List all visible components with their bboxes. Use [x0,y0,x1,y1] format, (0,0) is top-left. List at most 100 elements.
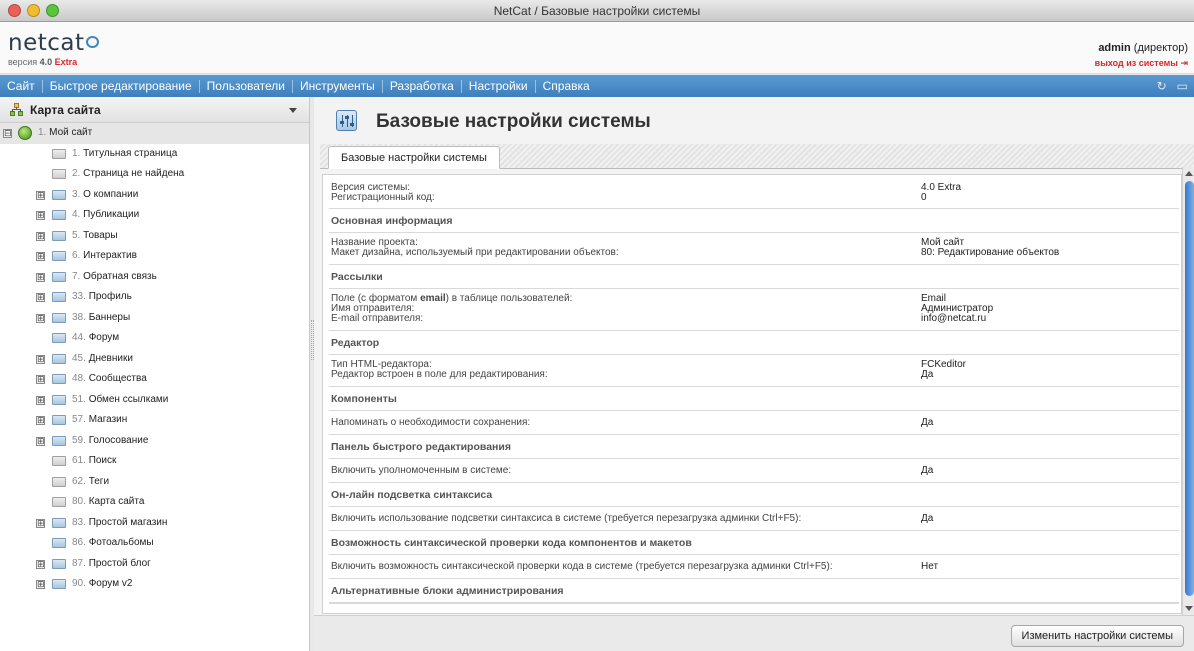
version-edition: Extra [54,57,78,67]
user-name[interactable]: admin [1098,42,1130,54]
tree-item[interactable]: 86. Фотоальбомы [0,533,309,554]
settings-content: Версия системы: 4.0 Extra Регистрационный … [322,174,1182,614]
expand-icon[interactable]: ⊞ [36,293,45,302]
tree-item[interactable]: ⊞ 48. Сообщества [0,369,309,390]
tree-item[interactable]: ⊞ 4. Публикации [0,205,309,226]
expand-icon[interactable]: ⊞ [36,395,45,405]
expand-icon[interactable]: ⊞ [36,436,45,446]
tree-item-text: Дневники [88,352,133,364]
folder-icon [52,189,66,200]
tree-item-number: 1. [72,147,81,159]
tree-item-text: Карта сайта [88,496,145,507]
expand-icon[interactable]: ⊞ [36,231,45,241]
settings-section: Основная информация Название проекта: Мой … [329,209,1179,265]
tree-item-number: 44. [72,332,86,343]
collapse-icon[interactable]: ⊟ [3,129,12,138]
section-title: Компоненты [329,387,1179,411]
tree-root-item[interactable]: ⊟ 1. Мой сайт [0,123,309,144]
tree-item[interactable]: ⊞ 59. Голосование [0,431,309,452]
chat-icon[interactable]: ▭ [1177,79,1188,93]
expand-icon[interactable]: ⊞ [36,252,45,261]
page-title: Базовые настройки системы [376,111,651,132]
setting-label: Регистрационный код: [331,192,435,203]
tree-item[interactable]: 62. Теги [0,472,309,493]
expand-icon[interactable]: ⊞ [36,272,45,282]
tree-item[interactable]: 80. Карта сайта [0,492,309,513]
logout-link[interactable]: выход из системы ⇥ [1095,58,1188,69]
exit-icon: ⇥ [1180,58,1188,68]
scrollbar-thumb[interactable] [1185,181,1194,596]
tree-item[interactable]: ⊞ 3. О компании [0,185,309,206]
expand-icon[interactable]: ⊞ [36,190,45,200]
tree-item[interactable]: ⊞ 33. Профиль [0,287,309,308]
menu-item-development[interactable]: Разработка [383,79,462,93]
tree-item[interactable]: 1. Титульная страница [0,144,309,165]
tree-item[interactable]: 2. Страница не найдена [0,164,309,185]
section-rows: Включить возможность синтаксической пров… [329,555,1179,578]
setting-value: Да [921,369,934,380]
menu-item-tools[interactable]: Инструменты [293,79,383,93]
tree-item-number: 7. [72,270,81,282]
menu-item-site[interactable]: Сайт [0,79,43,93]
netcat-logo[interactable]: netcat [8,32,99,55]
tree-item-label: 2. Страница не найдена [72,164,184,184]
tree-item-number: 80. [72,496,86,507]
minimize-window-button[interactable] [27,4,40,17]
sitemap-icon [10,103,23,116]
section-title: Возможность синтаксической проверки кода… [329,531,1179,555]
scroll-up-icon[interactable] [1185,171,1193,176]
setting-row: Включить возможность синтаксической пров… [331,562,1177,572]
menu-item-settings[interactable]: Настройки [462,79,536,93]
tree-item[interactable]: ⊞ 83. Простой магазин [0,513,309,534]
folder-icon [52,333,66,343]
close-window-button[interactable] [8,4,21,17]
tree-item-label: 6. Интерактив [72,246,137,266]
expand-icon[interactable]: ⊞ [36,416,45,425]
tree-item[interactable]: ⊞ 5. Товары [0,226,309,247]
sidebar-header[interactable]: Карта сайта [0,97,309,123]
expand-icon[interactable]: ⊞ [36,313,45,323]
expand-icon[interactable]: ⊞ [36,375,45,384]
menu-item-quick-edit[interactable]: Быстрое редактирование [43,79,200,93]
tree-item-text: Мой сайт [49,127,93,138]
expand-icon[interactable]: ⊞ [36,518,45,528]
menu-item-users[interactable]: Пользователи [200,79,293,93]
refresh-icon[interactable]: ↻ [1157,79,1167,93]
logout-label: выход из системы [1094,58,1178,68]
scroll-down-icon[interactable] [1185,606,1193,611]
tree-item[interactable]: ⊞ 38. Баннеры [0,308,309,329]
tree-item[interactable]: ⊞ 57. Магазин [0,410,309,431]
setting-value: 0 [921,192,927,203]
page-icon [52,169,66,179]
setting-label: Редактор встроен в поле для редактирован… [331,369,548,380]
tree-item[interactable]: ⊞ 87. Простой блог [0,554,309,575]
expand-icon[interactable]: ⊞ [36,559,45,569]
expand-icon[interactable]: ⊞ [36,580,45,589]
section-rows: Напоминать о необходимости сохранения: Да [329,411,1179,434]
expand-icon[interactable]: ⊞ [36,211,45,220]
tab-basic-settings[interactable]: Базовые настройки системы [328,146,500,169]
tree-item-text: Баннеры [88,311,131,323]
tree-item-label: 90. Форум v2 [72,574,132,594]
version-prefix: версия [8,57,38,67]
tree-item-number: 5. [72,229,81,241]
zoom-window-button[interactable] [46,4,59,17]
tree-item[interactable]: ⊞ 7. Обратная связь [0,267,309,288]
menu-item-help[interactable]: Справка [536,79,597,93]
expand-icon[interactable]: ⊞ [36,354,45,364]
tree-item[interactable]: ⊞ 6. Интерактив [0,246,309,267]
save-settings-button[interactable]: Изменить настройки системы [1010,625,1184,647]
tree-item[interactable]: ⊞ 90. Форум v2 [0,574,309,595]
tree-item[interactable]: ⊞ 45. Дневники [0,349,309,370]
tree-item[interactable]: 44. Форум [0,328,309,349]
tree-item[interactable]: ⊞ 51. Обмен ссылками [0,390,309,411]
tree-item[interactable]: 61. Поиск [0,451,309,472]
setting-value: FCKeditor [921,359,967,370]
chevron-down-icon[interactable] [289,108,297,113]
cat-logo-icon [85,36,99,48]
tree-item-text: О компании [83,188,139,200]
tree-item-label: 51. Обмен ссылками [72,390,168,410]
vertical-scrollbar[interactable] [1182,167,1194,615]
setting-row: Редактор встроен в поле для редактирован… [331,370,1177,380]
setting-row: Имя отправителя: Администратор [331,304,1177,314]
